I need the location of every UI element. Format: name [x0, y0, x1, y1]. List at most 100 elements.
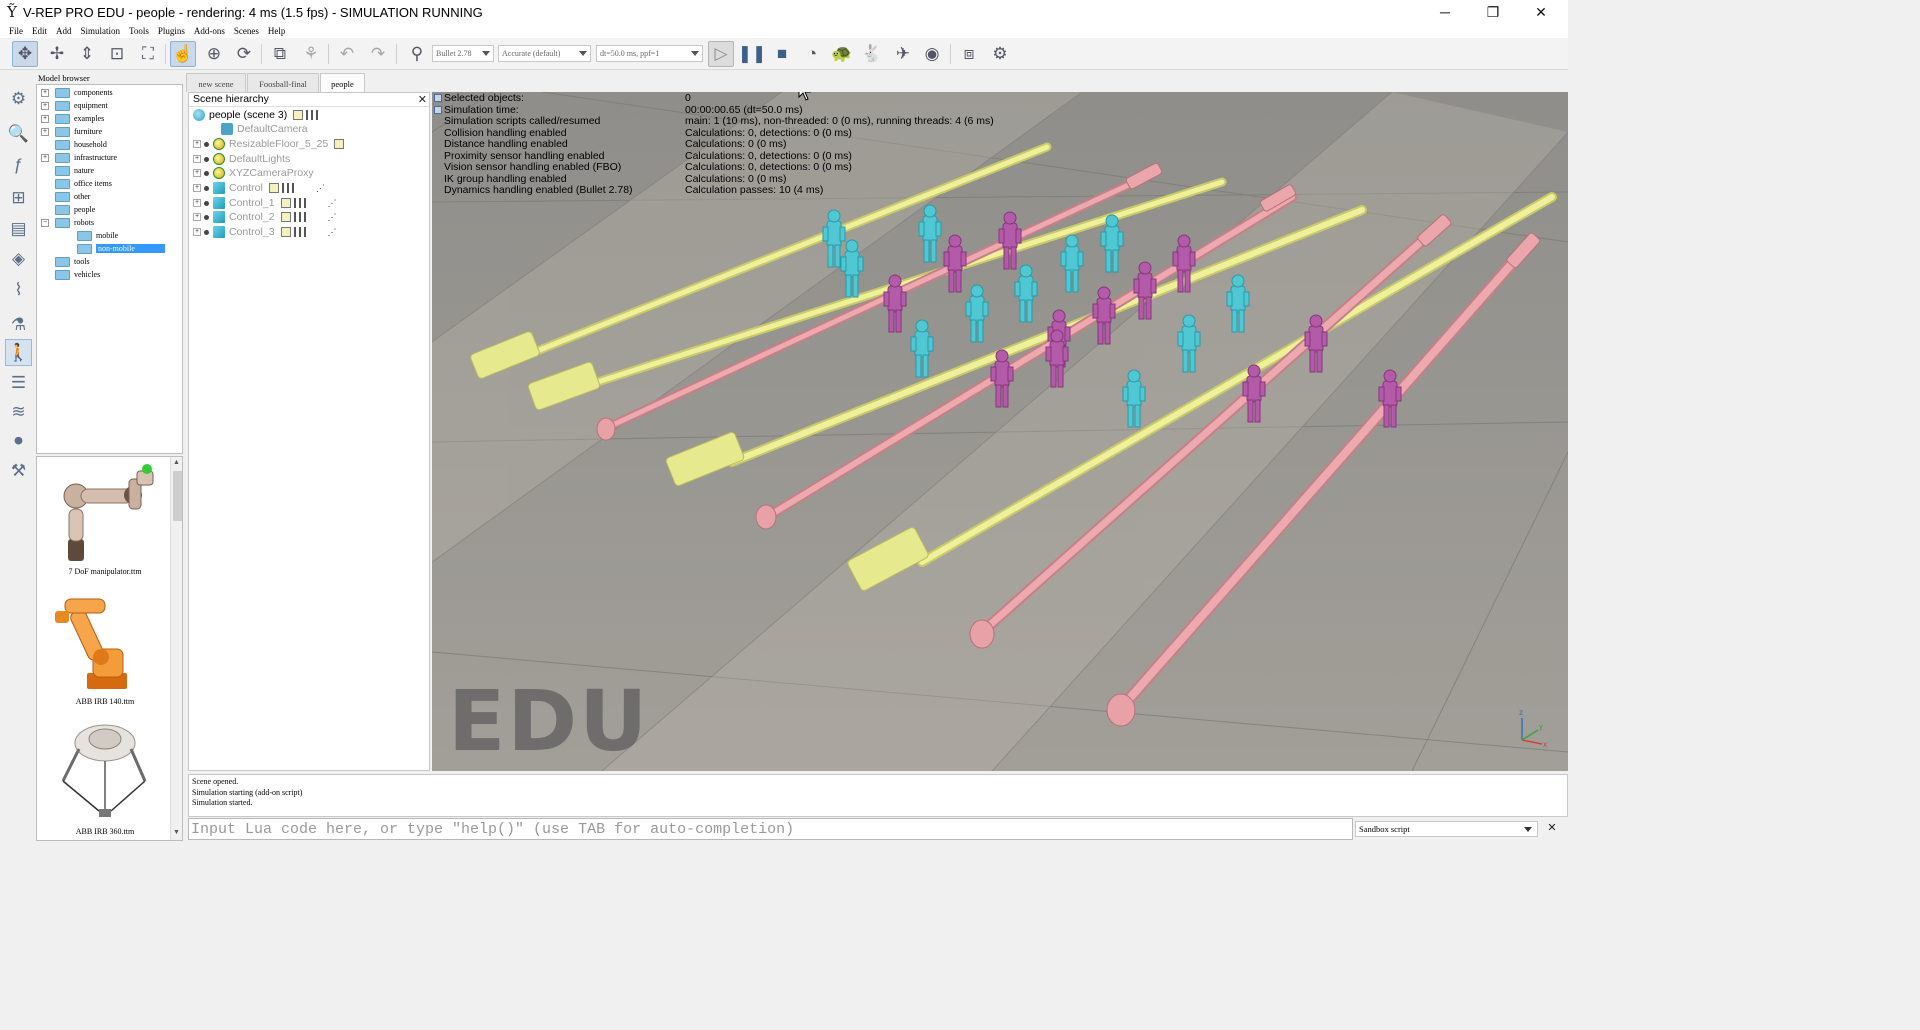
menu-scenes[interactable]: Scenes	[234, 26, 259, 36]
script-icon[interactable]	[268, 183, 279, 193]
undo-icon[interactable]: ↶	[334, 41, 360, 67]
camera-angle-icon[interactable]: ⊡	[104, 41, 130, 67]
script-icon[interactable]	[280, 198, 291, 208]
model-tree-item[interactable]: office items	[41, 177, 112, 190]
expand-icon[interactable]: +	[193, 213, 201, 221]
model-tree-item[interactable]: nature	[41, 164, 94, 177]
video-recorder-icon[interactable]: ⏺	[5, 427, 32, 454]
scroll-up-icon[interactable]: ▲	[173, 459, 180, 466]
menu-add[interactable]: Add	[56, 26, 72, 36]
script-icon[interactable]	[293, 110, 304, 120]
click-selection-icon[interactable]: ☝	[170, 41, 196, 67]
scroll-down-icon[interactable]: ▼	[173, 829, 180, 836]
script-select[interactable]: Sandbox script	[1355, 821, 1538, 837]
object-shift-icon[interactable]: ⊕	[201, 41, 227, 67]
accuracy-select[interactable]: Accurate (default)	[498, 45, 591, 62]
hierarchy-item[interactable]: + Control_1 ⋰	[193, 196, 337, 210]
menu-tools[interactable]: Tools	[129, 26, 149, 36]
physics-engine-select[interactable]: Bullet 2.78	[432, 45, 494, 62]
slow-down-icon[interactable]: 🐢	[829, 41, 855, 67]
redo-icon[interactable]: ↷	[365, 41, 391, 67]
visualization-toggle-icon[interactable]: ◉	[919, 41, 945, 67]
hierarchy-item[interactable]: + XYZCameraProxy	[193, 166, 314, 180]
info-toggle-box[interactable]	[434, 106, 442, 114]
expand-icon[interactable]: +	[193, 199, 201, 207]
expand-icon[interactable]: +	[193, 140, 201, 148]
camera-pan-icon[interactable]: ✥	[12, 41, 38, 67]
info-toggle-box[interactable]	[434, 94, 442, 102]
threaded-rendering-icon[interactable]: ✈	[890, 41, 916, 67]
expand-icon[interactable]: +	[193, 184, 201, 192]
stop-simulation-icon[interactable]: ■	[769, 41, 795, 67]
pause-simulation-icon[interactable]: ❚❚	[738, 41, 767, 67]
model-tree-item[interactable]: tools	[41, 255, 90, 268]
assemble-icon[interactable]: ⧉	[267, 41, 293, 67]
model-tree-item[interactable]: + equipment	[41, 99, 108, 112]
expand-icon[interactable]: +	[41, 101, 49, 110]
scene-selector-icon[interactable]: ⧈	[956, 41, 982, 67]
simulation-settings-icon[interactable]: ⚙	[5, 85, 32, 112]
close-icon[interactable]: ✕	[418, 93, 427, 106]
expand-icon[interactable]: +	[193, 169, 201, 177]
expand-icon[interactable]: +	[193, 228, 201, 236]
hierarchy-root[interactable]: people (scene 3)	[193, 108, 319, 122]
camera-rotate-icon[interactable]: ✢	[44, 41, 70, 67]
close-icon[interactable]: ✕	[1545, 821, 1559, 837]
script-icon[interactable]	[280, 227, 291, 237]
model-tree-item[interactable]: − robots	[41, 216, 94, 229]
model-tree-item[interactable]: other	[41, 190, 90, 203]
selection-icon[interactable]: ⚗	[5, 311, 32, 338]
fit-to-view-icon[interactable]: ⛶	[135, 41, 161, 67]
calculation-modules-icon[interactable]: ƒ	[5, 151, 32, 178]
timestep-select[interactable]: dt=50.0 ms, ppf=1	[596, 45, 703, 62]
scene-hierarchy-toggle-icon[interactable]: ☰	[5, 369, 32, 396]
user-settings-icon[interactable]: ⚒	[5, 457, 32, 484]
expand-icon[interactable]: +	[41, 88, 49, 97]
model-tree-item[interactable]: + furniture	[41, 125, 102, 138]
thumbnail-7dof-manipulator[interactable]	[41, 461, 169, 581]
expand-icon[interactable]: +	[193, 155, 201, 163]
lua-command-input[interactable]	[188, 818, 1353, 840]
hierarchy-item[interactable]: + ResizableFloor_5_25	[193, 137, 345, 151]
start-simulation-icon[interactable]: ▷	[708, 41, 734, 67]
close-window-button[interactable]: ✕	[1518, 0, 1564, 24]
tab-new-scene[interactable]: new scene	[186, 73, 246, 92]
scrollbar-thumb[interactable]	[173, 471, 182, 521]
menu-edit[interactable]: Edit	[32, 26, 47, 36]
hierarchy-item[interactable]: DefaultCamera	[221, 122, 308, 136]
path-edit-icon[interactable]: ⌇	[5, 276, 32, 303]
page-selector-icon[interactable]: ⚙	[987, 41, 1013, 67]
collections-icon[interactable]: ⊞	[5, 184, 32, 211]
scene-viewport[interactable]: Selected objects: 0 Simulation time: 00:…	[432, 92, 1568, 771]
menu-help[interactable]: Help	[268, 26, 286, 36]
model-tree-item[interactable]: non-mobile	[63, 242, 165, 255]
menu-simulation[interactable]: Simulation	[81, 26, 121, 36]
model-tree-item[interactable]: + infrastructure	[41, 151, 117, 164]
expand-icon[interactable]: +	[41, 127, 49, 136]
object-rotate-icon[interactable]: ⟳	[231, 41, 257, 67]
script-icon[interactable]	[280, 212, 291, 222]
menu-plugins[interactable]: Plugins	[158, 26, 185, 36]
model-tree-item[interactable]: mobile	[63, 229, 118, 242]
maximize-button[interactable]: ❐	[1470, 0, 1516, 24]
realtime-mode-icon[interactable]: ◔	[799, 41, 825, 67]
hierarchy-item[interactable]: + Control_3 ⋰	[193, 225, 337, 239]
layers-icon[interactable]: ≋	[5, 398, 32, 425]
tab-foosball-final[interactable]: Foosball-final	[247, 73, 319, 92]
hierarchy-item[interactable]: + Control ⋰	[193, 181, 325, 195]
dynamics-content-icon[interactable]: ⚲	[404, 41, 430, 67]
thumbnail-abb-irb-140[interactable]	[41, 587, 169, 702]
scripts-icon[interactable]: ▤	[5, 215, 32, 242]
camera-shift-icon[interactable]: ⇕	[74, 41, 100, 67]
thumbnails-scrollbar[interactable]: ▲ ▼	[170, 457, 182, 840]
hierarchy-item[interactable]: + DefaultLights	[193, 152, 290, 166]
expand-icon[interactable]: +	[41, 114, 49, 123]
minimize-button[interactable]: ─	[1422, 0, 1468, 24]
object-properties-icon[interactable]: 🔍	[5, 120, 32, 147]
model-tree-item[interactable]: household	[41, 138, 107, 151]
menu-file[interactable]: File	[9, 26, 23, 36]
collapse-icon[interactable]: −	[41, 218, 49, 227]
model-browser-toggle-icon[interactable]: 🚶	[5, 339, 32, 366]
model-tree-item[interactable]: vehicles	[41, 268, 100, 281]
model-tree-item[interactable]: people	[41, 203, 95, 216]
